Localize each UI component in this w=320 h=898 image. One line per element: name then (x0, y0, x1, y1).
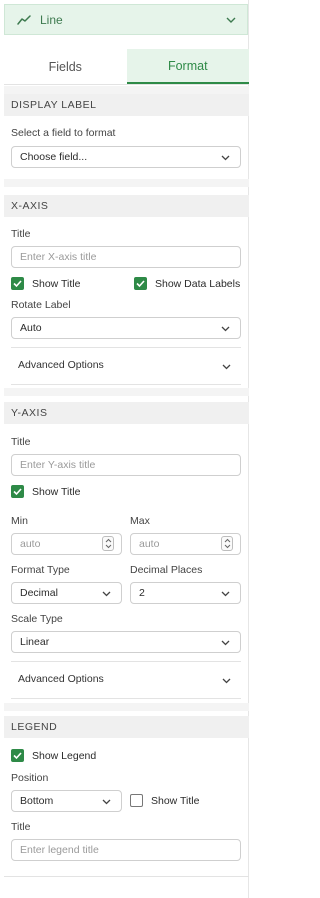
section-title: DISPLAY LABEL (11, 99, 97, 111)
max-placeholder: auto (139, 538, 160, 550)
section-divider (4, 388, 249, 396)
chevron-down-icon (226, 17, 236, 23)
chevron-down-icon (221, 326, 230, 332)
dropdown-value: Decimal (20, 587, 58, 599)
dropdown-value: 2 (139, 587, 145, 599)
chevron-down-icon (222, 678, 231, 684)
chevron-down-icon (102, 591, 111, 597)
legend-show-title-label: Show Title (151, 795, 200, 807)
y-show-title-label: Show Title (32, 486, 81, 498)
stepper-icon[interactable] (221, 536, 233, 551)
chevron-down-icon (221, 155, 230, 161)
max-label: Max (130, 515, 150, 527)
scale-type-label: Scale Type (11, 613, 63, 625)
section-header-x-axis: X-AXIS (4, 195, 249, 217)
scale-type-dropdown[interactable]: Linear (11, 631, 241, 653)
tab-fields[interactable]: Fields (4, 49, 127, 84)
y-axis-title-input[interactable] (11, 454, 241, 476)
advanced-options-label: Advanced Options (18, 359, 104, 371)
chevron-down-icon (102, 799, 111, 805)
max-input[interactable]: auto (130, 533, 241, 555)
min-placeholder: auto (20, 538, 41, 550)
stepper-icon[interactable] (102, 536, 114, 551)
x-show-title-checkbox[interactable] (11, 277, 24, 290)
check-icon (13, 488, 22, 496)
x-show-title-label: Show Title (32, 278, 81, 290)
position-label: Position (11, 772, 49, 784)
format-panel: Line Fields Format DISPLAY LABEL Select … (0, 0, 249, 898)
section-divider (4, 86, 249, 94)
tab-format[interactable]: Format (126, 49, 249, 84)
line-chart-icon (17, 13, 31, 27)
section-title: LEGEND (11, 721, 58, 733)
dropdown-value: Choose field... (20, 151, 88, 163)
section-header-display-label: DISPLAY LABEL (4, 94, 249, 116)
legend-title-input[interactable] (11, 839, 241, 861)
x-axis-title-label: Title (11, 228, 31, 240)
show-legend-checkbox[interactable] (11, 749, 24, 762)
chevron-down-icon (221, 591, 230, 597)
tab-bar: Fields Format (4, 49, 249, 85)
y-advanced-options-toggle[interactable]: Advanced Options (11, 661, 241, 699)
check-icon (13, 280, 22, 288)
section-title: X-AXIS (11, 200, 49, 212)
y-axis-title-label: Title (11, 436, 31, 448)
section-header-y-axis: Y-AXIS (4, 402, 249, 424)
legend-position-dropdown[interactable]: Bottom (11, 790, 122, 812)
chevron-down-icon (221, 640, 230, 646)
x-axis-title-input[interactable] (11, 246, 241, 268)
check-icon (136, 280, 145, 288)
format-type-label: Format Type (11, 564, 70, 576)
min-input[interactable]: auto (11, 533, 122, 555)
x-show-data-labels-checkbox[interactable] (134, 277, 147, 290)
x-show-data-labels-label: Show Data Labels (155, 278, 241, 290)
section-title: Y-AXIS (11, 407, 48, 419)
x-advanced-options-toggle[interactable]: Advanced Options (11, 347, 241, 385)
chevron-down-icon (222, 364, 231, 370)
legend-show-title-checkbox[interactable] (130, 794, 143, 807)
legend-title-label: Title (11, 821, 31, 833)
format-type-dropdown[interactable]: Decimal (11, 582, 122, 604)
decimal-places-label: Decimal Places (130, 564, 203, 576)
rotate-label-dropdown[interactable]: Auto (11, 317, 241, 339)
show-legend-label: Show Legend (32, 750, 97, 762)
panel-bottom-divider (4, 876, 249, 877)
choose-field-dropdown[interactable]: Choose field... (11, 146, 241, 168)
decimal-places-dropdown[interactable]: 2 (130, 582, 241, 604)
dropdown-value: Bottom (20, 795, 54, 807)
check-icon (13, 752, 22, 760)
select-field-label: Select a field to format (11, 127, 116, 139)
section-divider (4, 179, 249, 187)
y-show-title-checkbox[interactable] (11, 485, 24, 498)
chart-type-label: Line (40, 12, 63, 27)
min-label: Min (11, 515, 28, 527)
chart-type-selector[interactable]: Line (4, 4, 248, 35)
section-divider (4, 703, 249, 711)
dropdown-value: Auto (20, 322, 42, 334)
rotate-label-label: Rotate Label (11, 299, 71, 311)
dropdown-value: Linear (20, 636, 50, 648)
section-header-legend: LEGEND (4, 716, 249, 738)
advanced-options-label: Advanced Options (18, 673, 104, 685)
